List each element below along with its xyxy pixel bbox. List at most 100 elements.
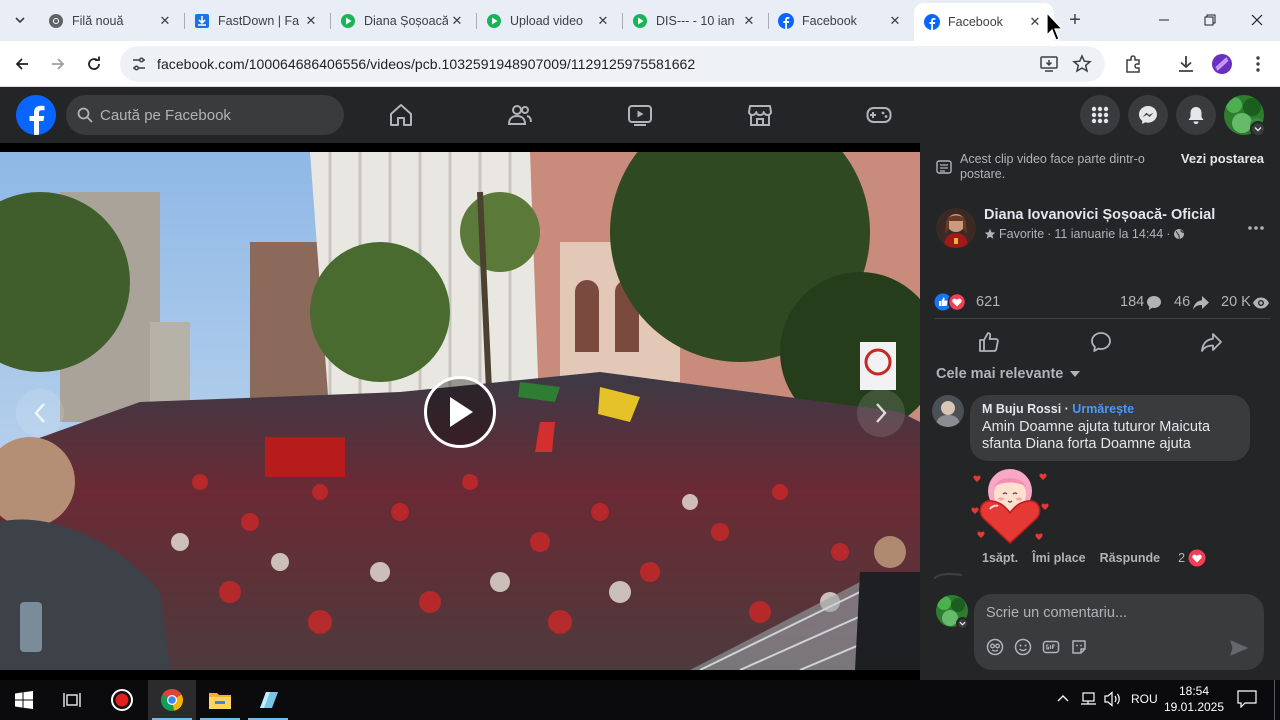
messenger-button[interactable]: [1128, 95, 1168, 135]
post-options-button[interactable]: [1248, 213, 1264, 236]
nav-marketplace[interactable]: [740, 95, 780, 135]
comment-count[interactable]: 184: [1120, 294, 1144, 310]
action-center-button[interactable]: [1237, 690, 1257, 713]
profile-avatar[interactable]: [1208, 50, 1236, 78]
task-view-button[interactable]: [48, 680, 96, 720]
follow-link[interactable]: Urmărește: [1072, 402, 1134, 416]
comment-button[interactable]: [1086, 329, 1116, 355]
input-language[interactable]: ROU: [1131, 692, 1158, 706]
show-desktop-button[interactable]: [1274, 680, 1275, 720]
close-icon[interactable]: ✕: [1026, 13, 1044, 31]
downloads-button[interactable]: [1172, 50, 1200, 78]
play-button[interactable]: [424, 376, 496, 448]
tab-facebook-active[interactable]: Facebook ✕: [914, 3, 1054, 41]
comment-reply-button[interactable]: Răspunde: [1100, 551, 1160, 565]
install-app-icon[interactable]: [1039, 54, 1059, 79]
nav-video[interactable]: [620, 95, 660, 135]
close-icon[interactable]: ✕: [448, 12, 466, 30]
tab-diana-sosoaca[interactable]: Diana Șoșoacă ✕: [330, 5, 476, 37]
notification-center-icon: [1237, 690, 1257, 709]
gif-icon[interactable]: [1042, 638, 1060, 656]
tab-title: Filă nouă: [72, 14, 124, 28]
taskbar-recorder[interactable]: [98, 680, 146, 720]
reaction-count[interactable]: 621: [976, 294, 1000, 310]
forward-button[interactable]: [44, 50, 72, 78]
avatar-sticker-icon[interactable]: [986, 638, 1004, 656]
commenter-name[interactable]: M Buju Rossi: [982, 402, 1061, 416]
composer-tools: [986, 638, 1088, 656]
comment-like-button[interactable]: Îmi place: [1032, 551, 1086, 565]
view-count[interactable]: 20 K: [1221, 294, 1251, 310]
extensions-button[interactable]: [1119, 50, 1147, 78]
notifications-button[interactable]: [1176, 95, 1216, 135]
close-icon[interactable]: ✕: [302, 12, 320, 30]
back-button[interactable]: [8, 50, 36, 78]
tab-dis[interactable]: DIS--- - 10 ian ✕: [622, 5, 768, 37]
task-view-icon: [63, 693, 81, 707]
menu-button[interactable]: [1080, 95, 1120, 135]
nav-gaming[interactable]: [859, 95, 899, 135]
facebook-search[interactable]: [66, 95, 344, 135]
nav-home[interactable]: [381, 95, 421, 135]
search-input[interactable]: [100, 95, 330, 135]
nav-friends[interactable]: [500, 95, 540, 135]
like-button[interactable]: [974, 329, 1004, 355]
minimize-button[interactable]: [1141, 0, 1187, 40]
chrome-menu-button[interactable]: [1244, 50, 1272, 78]
video-player[interactable]: [0, 143, 920, 680]
taskbar-chrome[interactable]: [148, 680, 196, 720]
chevron-down-icon: [1254, 127, 1262, 132]
windows-taskbar: ROU 18:54 19.01.2025: [0, 680, 1280, 720]
comment-input[interactable]: [986, 602, 1246, 624]
commenter-avatar[interactable]: [932, 395, 964, 427]
see-post-link[interactable]: Vezi postarea: [1181, 151, 1264, 166]
share-button[interactable]: [1196, 329, 1226, 355]
author-name[interactable]: Diana Iovanovici Șoșoacă- Oficial: [984, 207, 1215, 223]
tab-fastdown[interactable]: FastDown | Fa ✕: [184, 5, 330, 37]
system-clock[interactable]: 18:54 19.01.2025: [1162, 683, 1226, 715]
comment-composer: [932, 573, 1268, 673]
author-avatar[interactable]: [936, 208, 976, 248]
taskbar-file-explorer[interactable]: [196, 680, 244, 720]
tab-new-tab[interactable]: Filă nouă ✕: [38, 5, 184, 37]
account-menu-chevron[interactable]: [1250, 121, 1266, 137]
comment-input-box[interactable]: [974, 594, 1264, 670]
tab-upload-video[interactable]: Upload video ✕: [476, 5, 622, 37]
bookmark-star-icon[interactable]: [1072, 54, 1092, 79]
tab-search-button[interactable]: [8, 8, 32, 32]
next-video-button[interactable]: [857, 389, 905, 437]
volume-icon[interactable]: [1104, 691, 1122, 712]
sticker-icon[interactable]: [1070, 638, 1088, 656]
avatar-switch-chevron[interactable]: [956, 617, 969, 630]
share-count[interactable]: 46: [1174, 294, 1190, 310]
close-window-button[interactable]: [1234, 0, 1280, 40]
comment-reaction-count[interactable]: 2: [1178, 551, 1185, 565]
comment-icon: [1091, 332, 1111, 352]
taskbar-app[interactable]: [244, 680, 292, 720]
browser-toolbar: facebook.com/100064686406556/videos/pcb.…: [0, 41, 1280, 87]
show-hidden-icons[interactable]: [1056, 692, 1070, 711]
site-info-icon[interactable]: [130, 55, 148, 78]
network-icon[interactable]: [1080, 691, 1098, 712]
url-text[interactable]: facebook.com/100064686406556/videos/pcb.…: [157, 56, 695, 72]
comment-time[interactable]: 1săpt.: [982, 551, 1018, 565]
address-bar[interactable]: facebook.com/100064686406556/videos/pcb.…: [120, 46, 1105, 82]
new-tab-button[interactable]: +: [1063, 8, 1087, 32]
facebook-logo[interactable]: [16, 95, 56, 135]
share-arrow-icon: [1201, 333, 1222, 352]
close-icon[interactable]: ✕: [594, 12, 612, 30]
start-button[interactable]: [0, 680, 48, 720]
close-icon[interactable]: ✕: [886, 12, 904, 30]
home-icon: [390, 104, 412, 126]
comment-sort-dropdown[interactable]: Cele mai relevante: [936, 366, 1081, 382]
close-icon[interactable]: ✕: [740, 12, 758, 30]
close-icon[interactable]: ✕: [156, 12, 174, 30]
eye-icon: [1253, 297, 1269, 309]
emoji-icon[interactable]: [1014, 638, 1032, 656]
previous-video-button[interactable]: [16, 389, 64, 437]
restore-button[interactable]: [1187, 0, 1233, 40]
send-icon[interactable]: [1230, 640, 1248, 656]
post-date[interactable]: 11 ianuarie la 14:44: [1054, 227, 1163, 241]
tab-facebook-1[interactable]: Facebook ✕: [768, 5, 914, 37]
reload-button[interactable]: [80, 50, 108, 78]
